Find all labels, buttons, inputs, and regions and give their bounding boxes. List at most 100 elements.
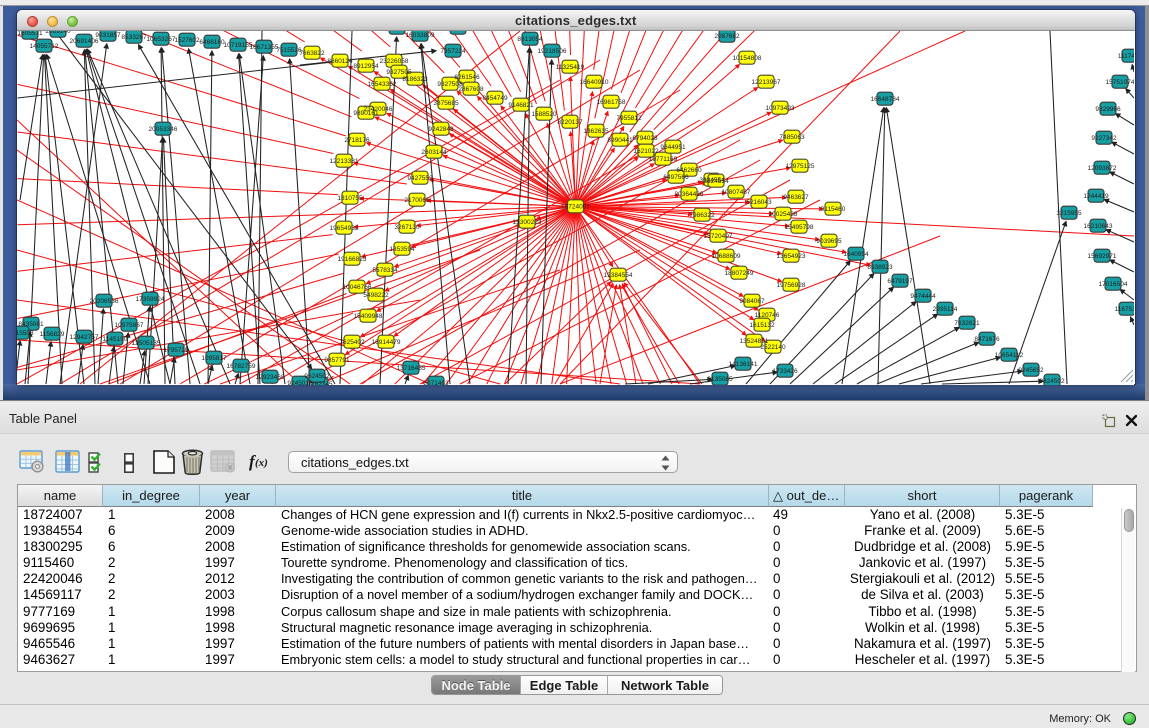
svg-text:12505135: 12505135 bbox=[132, 340, 161, 347]
svg-text:9135085: 9135085 bbox=[707, 376, 733, 383]
svg-text:9427552: 9427552 bbox=[407, 175, 433, 182]
svg-text:(x): (x) bbox=[255, 457, 268, 469]
svg-text:10046766: 10046766 bbox=[343, 284, 372, 291]
svg-text:7986322: 7986322 bbox=[689, 212, 715, 219]
svg-text:9624502: 9624502 bbox=[304, 373, 330, 380]
svg-text:7485063: 7485063 bbox=[779, 134, 805, 141]
svg-text:14136141: 14136141 bbox=[729, 361, 758, 368]
svg-text:15720407: 15720407 bbox=[704, 233, 733, 240]
svg-text:2170065: 2170065 bbox=[404, 197, 430, 204]
svg-text:9146821: 9146821 bbox=[508, 102, 534, 109]
svg-text:5498222: 5498222 bbox=[363, 292, 389, 299]
svg-text:10154808: 10154808 bbox=[733, 55, 762, 62]
svg-text:8912954: 8912954 bbox=[353, 63, 379, 70]
svg-text:2087682: 2087682 bbox=[714, 33, 740, 40]
svg-text:20364436: 20364436 bbox=[675, 191, 704, 198]
svg-text:6216043: 6216043 bbox=[746, 199, 772, 206]
svg-text:2935114: 2935114 bbox=[933, 306, 958, 313]
svg-text:1362635: 1362635 bbox=[583, 128, 609, 135]
svg-text:19771169: 19771169 bbox=[649, 156, 678, 163]
svg-text:1282345: 1282345 bbox=[307, 381, 333, 384]
svg-text:1795725: 1795725 bbox=[163, 347, 189, 354]
svg-text:1527602: 1527602 bbox=[174, 37, 200, 44]
svg-text:8471676: 8471676 bbox=[974, 336, 1000, 343]
svg-text:8220137: 8220137 bbox=[557, 119, 583, 126]
svg-text:7625402: 7625402 bbox=[339, 339, 365, 346]
svg-text:15409948: 15409948 bbox=[354, 313, 383, 320]
svg-text:12213967: 12213967 bbox=[752, 79, 781, 86]
svg-text:1095817: 1095817 bbox=[201, 355, 227, 362]
svg-text:12213381: 12213381 bbox=[330, 158, 359, 165]
svg-text:18724007: 18724007 bbox=[561, 204, 590, 211]
svg-text:12942757: 12942757 bbox=[70, 334, 99, 341]
svg-text:3267130: 3267130 bbox=[394, 224, 420, 231]
svg-text:16914479: 16914479 bbox=[372, 339, 401, 346]
svg-text:7663822: 7663822 bbox=[299, 50, 325, 57]
svg-text:2718176: 2718176 bbox=[344, 137, 370, 144]
svg-text:10688609: 10688609 bbox=[712, 253, 741, 260]
svg-text:6479197: 6479197 bbox=[887, 278, 913, 285]
svg-text:1605571: 1605571 bbox=[17, 31, 43, 37]
svg-text:10654112: 10654112 bbox=[995, 352, 1024, 359]
svg-text:10807487: 10807487 bbox=[722, 189, 751, 196]
svg-text:9242848: 9242848 bbox=[428, 126, 454, 133]
svg-text:10653267: 10653267 bbox=[147, 36, 176, 43]
svg-text:14055712: 14055712 bbox=[30, 43, 59, 50]
svg-text:8261546: 8261546 bbox=[454, 74, 480, 81]
svg-text:3875685: 3875685 bbox=[433, 100, 459, 107]
svg-text:3915503: 3915503 bbox=[17, 330, 34, 337]
svg-text:12975125: 12975125 bbox=[786, 163, 815, 170]
svg-text:9644951: 9644951 bbox=[660, 144, 686, 151]
svg-text:9824502: 9824502 bbox=[1039, 378, 1065, 384]
svg-text:1117404: 1117404 bbox=[1118, 53, 1134, 60]
svg-text:20691406: 20691406 bbox=[70, 38, 99, 45]
svg-text:13654923: 13654923 bbox=[777, 253, 806, 260]
svg-text:23226058: 23226058 bbox=[380, 58, 409, 65]
svg-text:20053346: 20053346 bbox=[149, 126, 178, 133]
svg-text:19654932: 19654932 bbox=[330, 225, 359, 232]
svg-text:10719155: 10719155 bbox=[224, 42, 253, 49]
svg-text:1167533: 1167533 bbox=[1115, 306, 1134, 313]
svg-text:8990441: 8990441 bbox=[607, 137, 633, 144]
svg-text:10975867: 10975867 bbox=[115, 322, 144, 329]
svg-text:9115460: 9115460 bbox=[821, 206, 846, 213]
svg-text:8071463: 8071463 bbox=[423, 380, 449, 384]
svg-text:3624554: 3624554 bbox=[703, 178, 729, 185]
svg-text:15495798: 15495798 bbox=[785, 224, 814, 231]
svg-text:8454749: 8454749 bbox=[482, 95, 508, 102]
svg-text:1244419: 1244419 bbox=[1083, 193, 1109, 200]
svg-text:6794028: 6794028 bbox=[632, 135, 658, 142]
svg-text:19384554: 19384554 bbox=[604, 272, 633, 279]
svg-text:17016504: 17016504 bbox=[1099, 281, 1128, 288]
svg-text:9039695: 9039695 bbox=[816, 238, 842, 245]
svg-text:9890161: 9890161 bbox=[353, 110, 379, 117]
svg-text:9329966: 9329966 bbox=[1095, 106, 1121, 113]
svg-text:7632621: 7632621 bbox=[954, 320, 980, 327]
svg-text:2522140: 2522140 bbox=[760, 344, 786, 351]
svg-text:15300223: 15300223 bbox=[513, 219, 542, 226]
svg-text:8912751: 8912751 bbox=[445, 31, 471, 32]
svg-text:10025438: 10025438 bbox=[769, 211, 798, 218]
svg-text:8533267: 8533267 bbox=[121, 34, 147, 41]
svg-text:9245652: 9245652 bbox=[1018, 367, 1044, 374]
svg-text:6466160: 6466160 bbox=[199, 39, 225, 46]
svg-text:16671355: 16671355 bbox=[250, 44, 279, 51]
svg-text:9031857: 9031857 bbox=[95, 32, 121, 39]
svg-text:16961758: 16961758 bbox=[597, 99, 626, 106]
svg-text:9474444: 9474444 bbox=[910, 293, 936, 300]
svg-text:7955812: 7955812 bbox=[616, 115, 642, 122]
svg-text:18807249: 18807249 bbox=[725, 270, 754, 277]
svg-text:2867608: 2867608 bbox=[458, 86, 484, 93]
svg-text:17359924: 17359924 bbox=[136, 296, 165, 303]
svg-text:16543362: 16543362 bbox=[368, 81, 397, 88]
svg-text:15751074: 15751074 bbox=[1106, 79, 1134, 86]
svg-text:1588520: 1588520 bbox=[531, 111, 557, 118]
svg-text:9084067: 9084067 bbox=[739, 298, 765, 305]
svg-text:15692971: 15692971 bbox=[1088, 253, 1117, 260]
svg-text:19218506: 19218506 bbox=[538, 48, 567, 55]
svg-text:8186323: 8186323 bbox=[402, 76, 428, 83]
svg-text:7515526: 7515526 bbox=[276, 47, 302, 54]
svg-text:10973493: 10973493 bbox=[766, 105, 795, 112]
svg-text:11325419: 11325419 bbox=[556, 64, 585, 71]
svg-text:1120746: 1120746 bbox=[755, 312, 780, 319]
